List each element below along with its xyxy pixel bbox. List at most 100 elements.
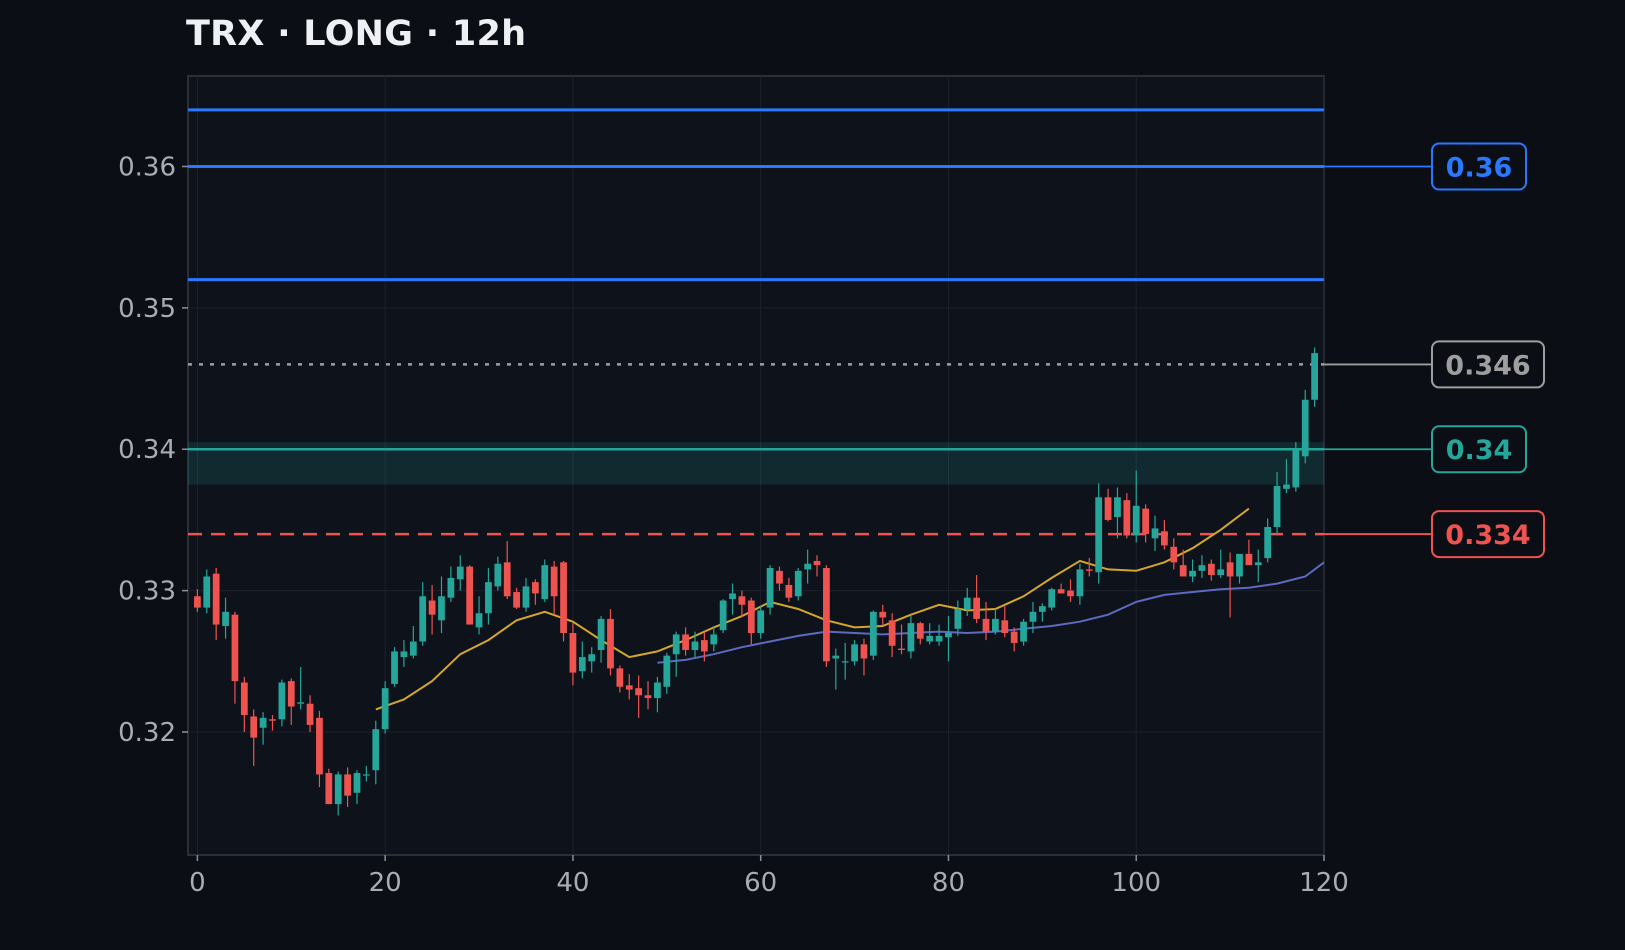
x-tick-label: 20	[369, 868, 402, 898]
candle-body	[531, 582, 539, 594]
candle-body	[1179, 565, 1187, 577]
candle-body	[306, 703, 314, 725]
candle-body	[391, 651, 398, 684]
candle-body	[879, 611, 887, 618]
x-tick-label: 40	[556, 868, 589, 898]
candle-body	[785, 584, 793, 598]
candle-body	[560, 562, 567, 634]
candle-body	[1104, 497, 1112, 520]
candle-body	[804, 563, 812, 570]
candle-body	[419, 596, 427, 642]
candle-body	[203, 576, 211, 608]
candle-body	[1114, 497, 1121, 518]
candle-body	[250, 716, 258, 738]
candle-body	[1142, 508, 1149, 535]
candle-body	[1198, 565, 1206, 571]
candle-body	[607, 618, 614, 669]
candle-body	[766, 568, 774, 608]
candle-body	[372, 729, 380, 771]
candle-body	[719, 600, 727, 631]
candle-body	[240, 682, 248, 716]
x-tick-label: 100	[1111, 868, 1161, 898]
candle-body	[1273, 486, 1281, 527]
candle-body	[625, 685, 633, 690]
x-tick-label: 60	[744, 868, 777, 898]
candle-body	[945, 633, 952, 638]
candle-body	[353, 773, 361, 793]
price-tags: 0.36 0.346 0.34 0.334	[1324, 142, 1545, 559]
candle-body	[456, 566, 464, 580]
x-tick-label: 80	[932, 868, 965, 898]
candle-body	[1245, 553, 1253, 566]
candle-body	[513, 592, 520, 608]
candle-body	[578, 657, 586, 672]
candle-body	[635, 688, 643, 696]
candle-body	[1283, 484, 1290, 489]
candle-body	[663, 655, 671, 687]
candle-body	[503, 562, 511, 597]
candle-body	[851, 644, 858, 662]
x-tick-label: 120	[1299, 868, 1349, 898]
candle-body	[334, 774, 342, 805]
y-tick-label: 0.36	[118, 152, 176, 182]
candle-body	[259, 717, 267, 728]
candle-body	[466, 566, 474, 625]
candle-body	[588, 654, 596, 662]
candle-body	[297, 702, 305, 704]
candle-body	[1010, 631, 1018, 643]
y-tick-label: 0.33	[118, 577, 176, 607]
candle-body	[1311, 353, 1318, 400]
price-tag-label: 0.36	[1446, 152, 1513, 183]
candle-body	[860, 644, 868, 659]
candle-body	[888, 620, 896, 646]
candle-body	[278, 682, 286, 720]
candle-body	[212, 573, 220, 625]
candle-body	[898, 648, 905, 650]
candle-body	[447, 577, 455, 598]
candle-body	[963, 597, 971, 609]
y-tick-label: 0.35	[118, 294, 176, 324]
candle-body	[813, 560, 821, 566]
candle-body	[916, 623, 924, 639]
candle-body	[569, 633, 577, 673]
candle-body	[1132, 505, 1140, 536]
candle-body	[344, 774, 351, 796]
candle-body	[1207, 563, 1215, 576]
candlestick-chart: 0 20 40 60 80 100 120 0.32 0.33 0.34 0.35 0.36 0.36…	[118, 75, 1545, 898]
candle-body	[757, 610, 765, 634]
candle-body	[644, 695, 652, 699]
candle-body	[1217, 569, 1225, 576]
candle-body	[954, 609, 962, 629]
candle-body	[1301, 399, 1309, 457]
price-tag-label: 0.34	[1446, 435, 1513, 466]
candle-body	[381, 688, 389, 730]
candle-body	[794, 570, 802, 597]
candle-body	[409, 641, 417, 656]
candle-body	[363, 774, 370, 776]
candle-body	[823, 568, 830, 662]
candle-body	[550, 566, 558, 597]
candle-body	[832, 655, 840, 659]
candle-body	[973, 597, 981, 619]
candle-body	[1264, 527, 1272, 559]
candle-body	[738, 596, 746, 605]
candle-body	[1048, 589, 1056, 608]
candle-body	[926, 635, 934, 642]
candle-body	[1095, 497, 1103, 573]
candle-body	[729, 593, 736, 600]
candle-body	[1236, 553, 1243, 577]
candle-body	[1170, 546, 1178, 563]
candle-body	[1020, 621, 1027, 642]
candle-body	[400, 651, 408, 658]
candle-body	[597, 618, 605, 650]
candle-body	[935, 635, 943, 642]
candle-body	[325, 773, 333, 805]
candle-body	[1029, 611, 1037, 622]
price-tag-label: 0.346	[1445, 350, 1530, 381]
candle-body	[1292, 449, 1300, 488]
candle-body	[1001, 620, 1009, 634]
candle-body	[231, 614, 239, 682]
candle-body	[194, 596, 201, 608]
candle-body	[982, 618, 990, 632]
candle-body	[776, 570, 783, 584]
